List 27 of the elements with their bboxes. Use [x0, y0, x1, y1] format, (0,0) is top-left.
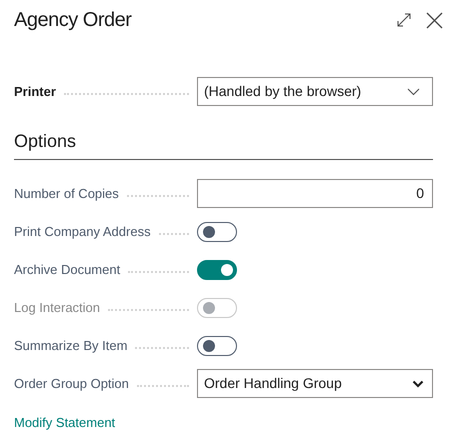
chevron-down-icon	[412, 380, 424, 388]
toggle-switch[interactable]	[197, 222, 237, 242]
leader-line	[158, 232, 189, 234]
dropdown-value: Order Handling Group	[204, 374, 342, 393]
toggle-switch[interactable]	[197, 336, 237, 356]
leader-line	[135, 346, 189, 348]
field-label: Archive Document	[14, 260, 120, 279]
chevron-down-icon	[407, 88, 420, 96]
dropdown-field[interactable]: Order Handling Group	[197, 369, 433, 398]
field-label: Summarize By Item	[14, 336, 128, 355]
field-label: Number of Copies	[14, 184, 119, 203]
printer-dropdown[interactable]: (Handled by the browser)	[197, 77, 433, 106]
close-icon[interactable]	[426, 12, 443, 28]
modify-statement-link[interactable]: Modify Statement	[14, 413, 116, 432]
dialog-title: Agency Order	[14, 8, 132, 33]
dropdown-value: (Handled by the browser)	[204, 82, 362, 101]
field-label: Print Company Address	[14, 222, 151, 241]
field-label: Order Group Option	[14, 374, 129, 393]
section-heading: Options	[14, 128, 433, 160]
number-field[interactable]: 0	[197, 179, 433, 208]
leader-line	[136, 384, 189, 386]
leader-line	[126, 194, 189, 196]
field-label: Printer	[14, 82, 56, 101]
leader-line	[128, 270, 189, 272]
toggle-switch[interactable]	[197, 260, 237, 280]
expand-icon[interactable]	[396, 12, 412, 28]
field-label: Log Interaction	[14, 298, 100, 317]
